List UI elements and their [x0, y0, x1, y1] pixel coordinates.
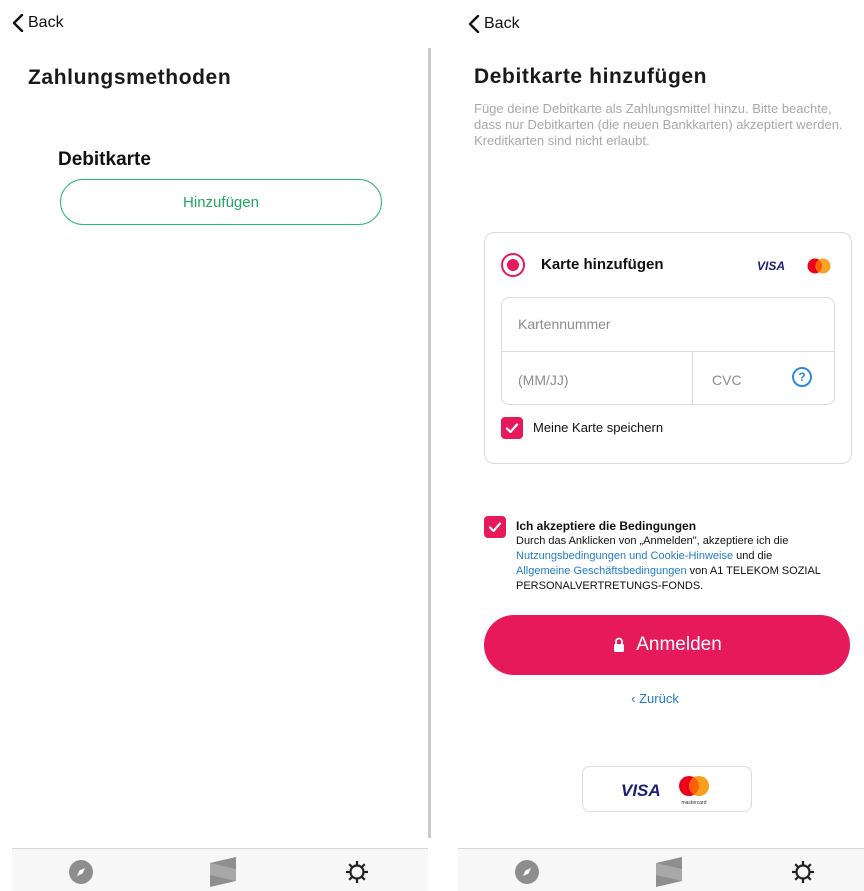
compass-icon[interactable] — [68, 859, 94, 885]
visa-logo-icon: VISA — [621, 781, 661, 800]
payment-option-radio[interactable] — [501, 253, 525, 277]
settings-gear-icon[interactable] — [344, 859, 370, 885]
settings-gear-icon[interactable] — [790, 859, 816, 885]
page-title: Debitkarte hinzufügen — [474, 65, 708, 88]
expiry-input[interactable]: (MM/JJ) — [518, 372, 569, 388]
chevron-left-icon — [468, 15, 480, 33]
accept-terms-checkbox[interactable] — [484, 516, 506, 538]
section-title-debitkarte: Debitkarte — [58, 149, 151, 170]
screen-divider — [428, 48, 431, 838]
page-title: Zahlungsmethoden — [28, 66, 232, 89]
back-button[interactable]: Back — [468, 15, 520, 33]
visa-logo-icon: VISA — [757, 259, 786, 273]
mastercard-logo-icon — [807, 258, 831, 274]
login-button-label: Anmelden — [636, 634, 722, 655]
lock-icon — [614, 637, 625, 652]
card-fields-group: Kartennummer (MM/JJ) CVC ? — [501, 297, 835, 406]
checkmark-icon — [505, 423, 519, 434]
save-card-checkbox[interactable] — [501, 417, 523, 439]
tab-bar — [12, 848, 428, 891]
mastercard-wordmark: mastercard — [681, 800, 707, 806]
login-button[interactable]: Anmelden — [484, 615, 850, 675]
back-button[interactable]: Back — [12, 14, 64, 32]
checkmark-icon — [488, 522, 502, 533]
save-card-label: Meine Karte speichern — [533, 420, 664, 435]
cvc-input[interactable]: CVC — [712, 372, 742, 388]
mastercard-logo-icon — [679, 776, 709, 796]
card-number-placeholder: Kartennummer — [518, 316, 611, 332]
terms-text: Ich akzeptiere die Bedingungen Durch das… — [516, 519, 856, 594]
accepted-cards-badge: VISA mastercard — [582, 766, 752, 812]
help-icon[interactable]: ? — [792, 367, 812, 387]
logo-icon[interactable] — [208, 855, 238, 889]
page-description: Füge deine Debitkarte als Zahlungsmittel… — [474, 101, 843, 148]
general-terms-link[interactable]: Allgemeine Geschäftsbedingungen — [516, 565, 687, 577]
left-screen: Back Zahlungsmethoden Debitkarte Hinzufü… — [0, 0, 428, 891]
back-link[interactable]: ‹ Zurück — [446, 691, 864, 706]
back-label: Back — [484, 15, 520, 32]
card-payment-box: Karte hinzufügen VISA Kartennummer (MM/J… — [484, 232, 852, 464]
terms-text-part-2: und die — [733, 550, 773, 562]
field-separator — [692, 352, 693, 406]
terms-of-use-link[interactable]: Nutzungsbedingungen und Cookie-Hinweise — [516, 550, 733, 562]
card-number-input[interactable]: Kartennummer — [502, 298, 834, 352]
payment-option-label: Karte hinzufügen — [541, 256, 664, 273]
logo-icon[interactable] — [654, 855, 684, 889]
compass-icon[interactable] — [514, 859, 540, 885]
add-card-button[interactable]: Hinzufügen — [60, 179, 382, 225]
tab-bar — [458, 848, 864, 891]
back-label: Back — [28, 14, 64, 31]
right-screen: Back Debitkarte hinzufügen Füge deine De… — [446, 0, 864, 891]
terms-title: Ich akzeptiere die Bedingungen — [516, 519, 697, 533]
terms-text-part-1: Durch das Anklicken von „Anmelden", akze… — [516, 535, 789, 547]
chevron-left-icon — [12, 14, 24, 32]
